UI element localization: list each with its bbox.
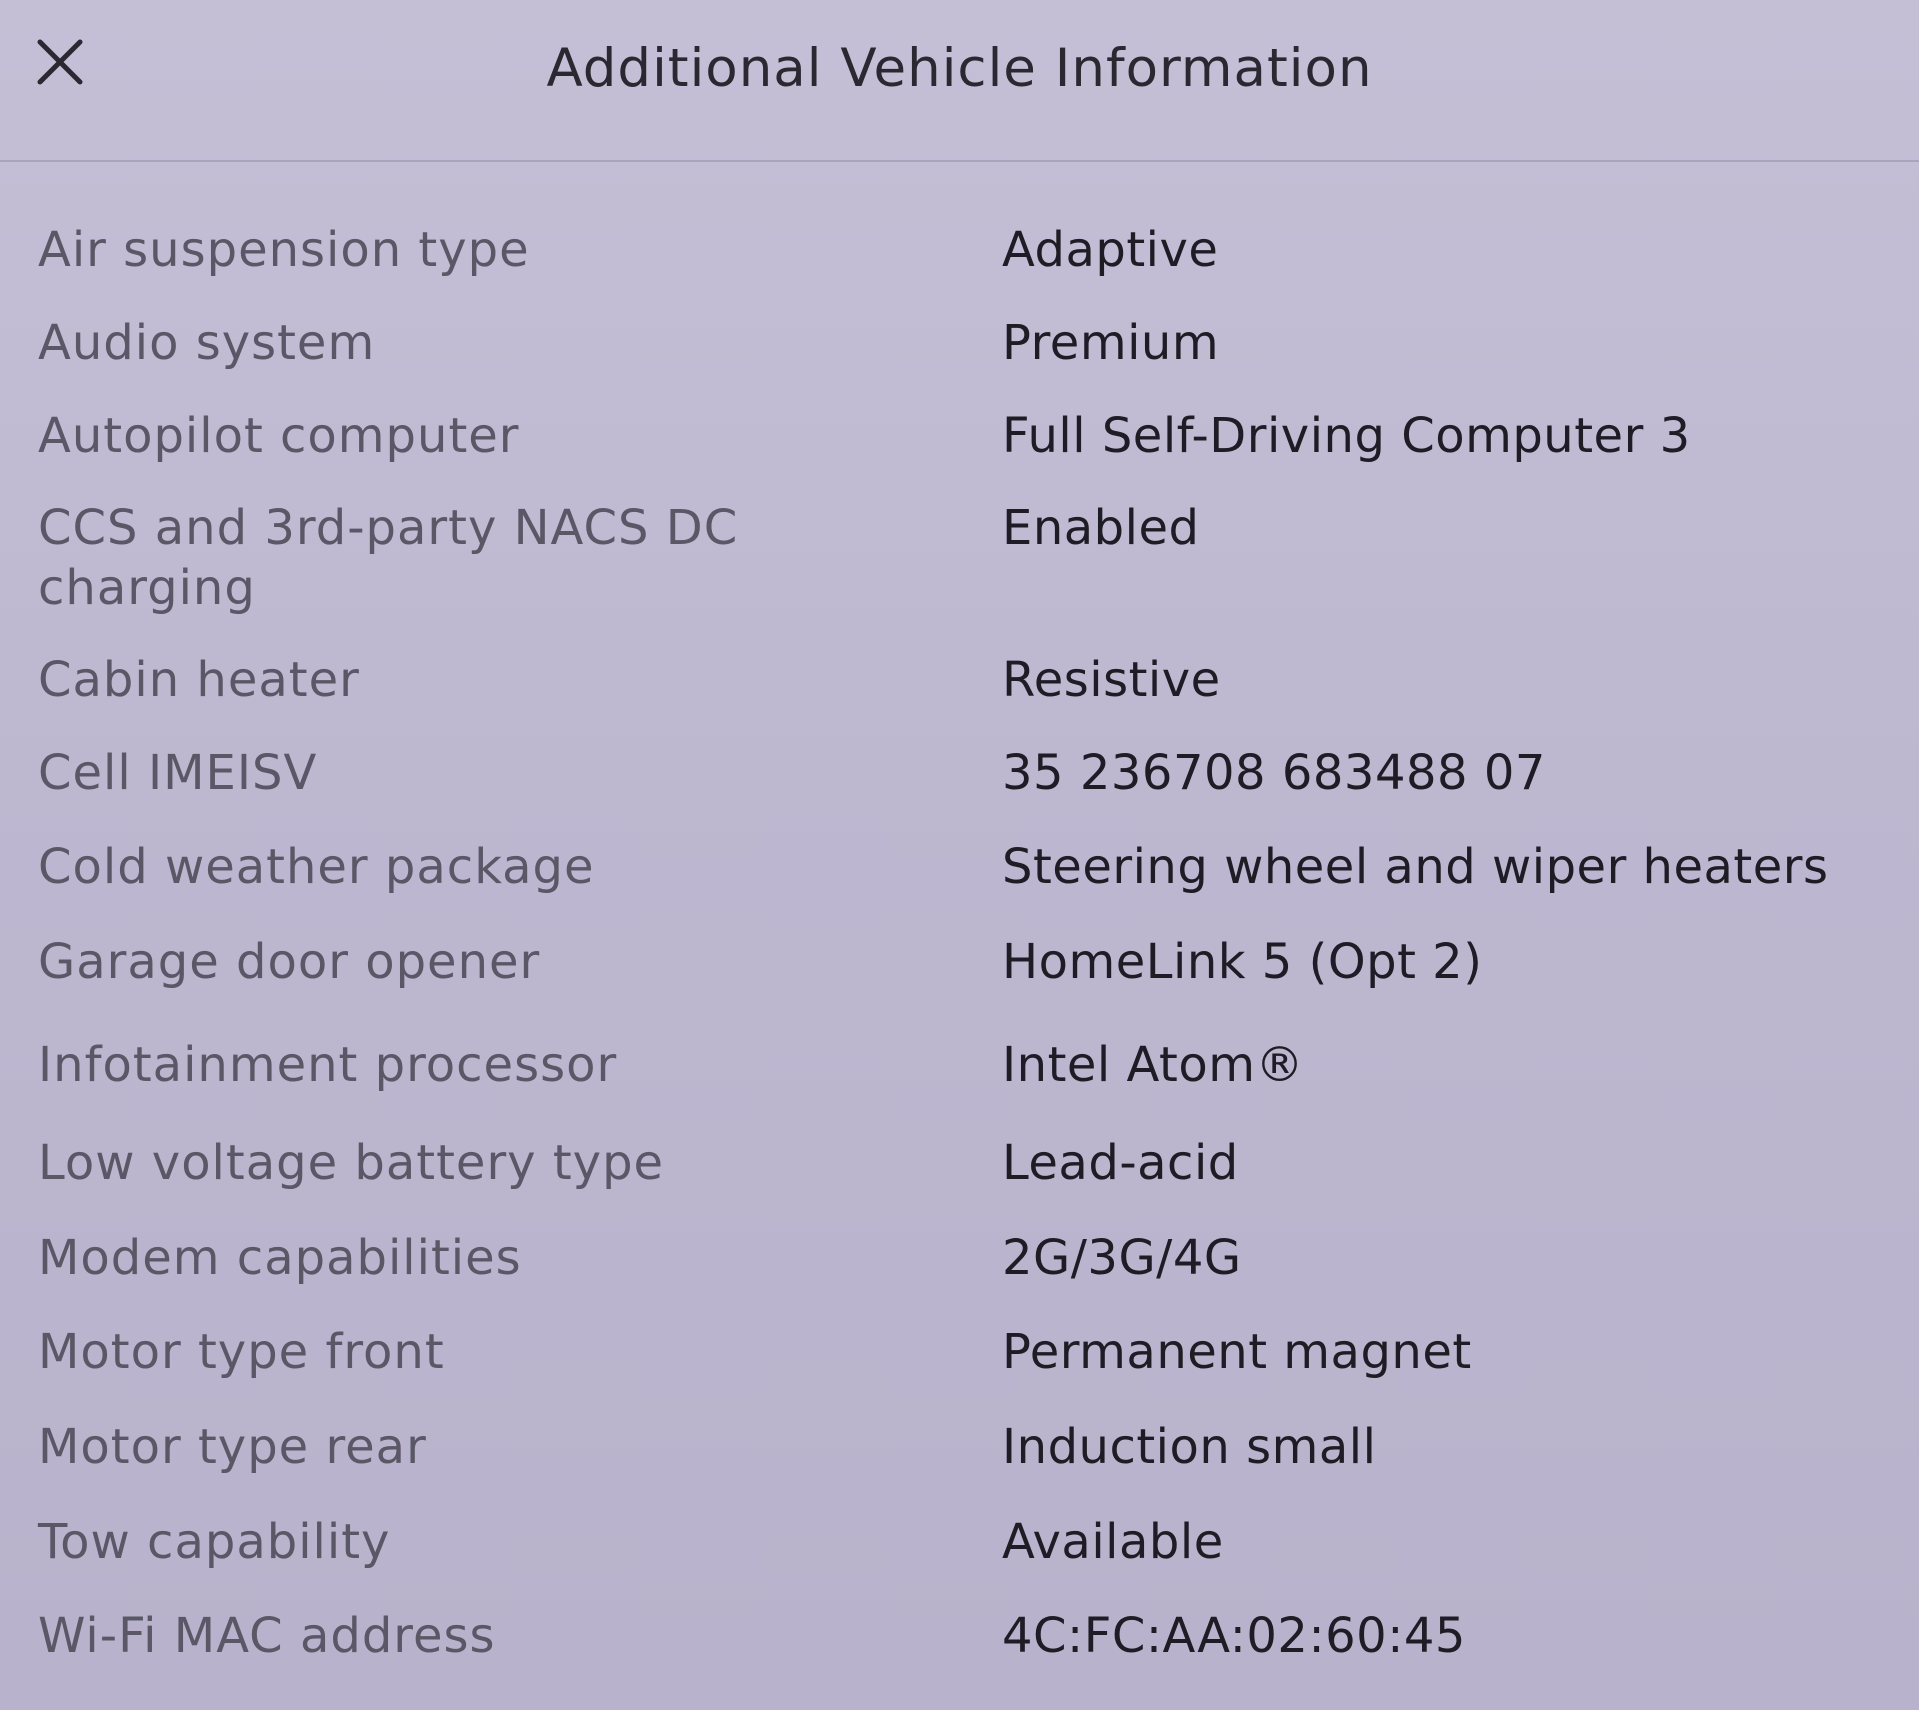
info-label: Cold weather package [38,839,595,895]
info-value: Induction small [1002,1419,1377,1475]
info-value: Permanent magnet [1002,1324,1472,1380]
dialog-title: Additional Vehicle Information [546,38,1373,99]
info-value: Steering wheel and wiper heaters [1002,839,1829,895]
info-value: Full Self-Driving Computer 3 [1002,408,1691,464]
dialog-header: Additional Vehicle Information [0,0,1919,162]
info-label: Autopilot computer [38,408,520,464]
info-label: Motor type front [38,1324,445,1380]
info-value: Intel Atom® [1002,1037,1304,1093]
info-value: Adaptive [1002,222,1219,278]
info-value: Enabled [1002,500,1200,556]
info-value: 35 236708 683488 07 [1002,745,1546,801]
info-label: Garage door opener [38,934,541,990]
info-value: HomeLink 5 (Opt 2) [1002,934,1483,990]
info-label: CCS and 3rd-party NACS DC charging [38,500,739,616]
info-label: Cabin heater [38,652,360,708]
info-value: Lead-acid [1002,1135,1239,1191]
info-label: Air suspension type [38,222,530,278]
info-value: Available [1002,1514,1224,1570]
info-value: 2G/3G/4G [1002,1230,1242,1286]
info-label: Infotainment processor [38,1037,618,1093]
info-label: Wi-Fi MAC address [38,1608,496,1664]
info-label: Audio system [38,315,376,371]
info-value: Resistive [1002,652,1221,708]
info-value: 4C:FC:AA:02:60:45 [1002,1608,1466,1664]
info-label: Low voltage battery type [38,1135,665,1191]
info-label: Tow capability [38,1514,391,1570]
info-label: Cell IMEISV [38,745,318,801]
info-label: Modem capabilities [38,1230,522,1286]
vehicle-info-dialog: Additional Vehicle Information Air suspe… [0,0,1919,1710]
info-label: Motor type rear [38,1419,427,1475]
info-value: Premium [1002,315,1220,371]
